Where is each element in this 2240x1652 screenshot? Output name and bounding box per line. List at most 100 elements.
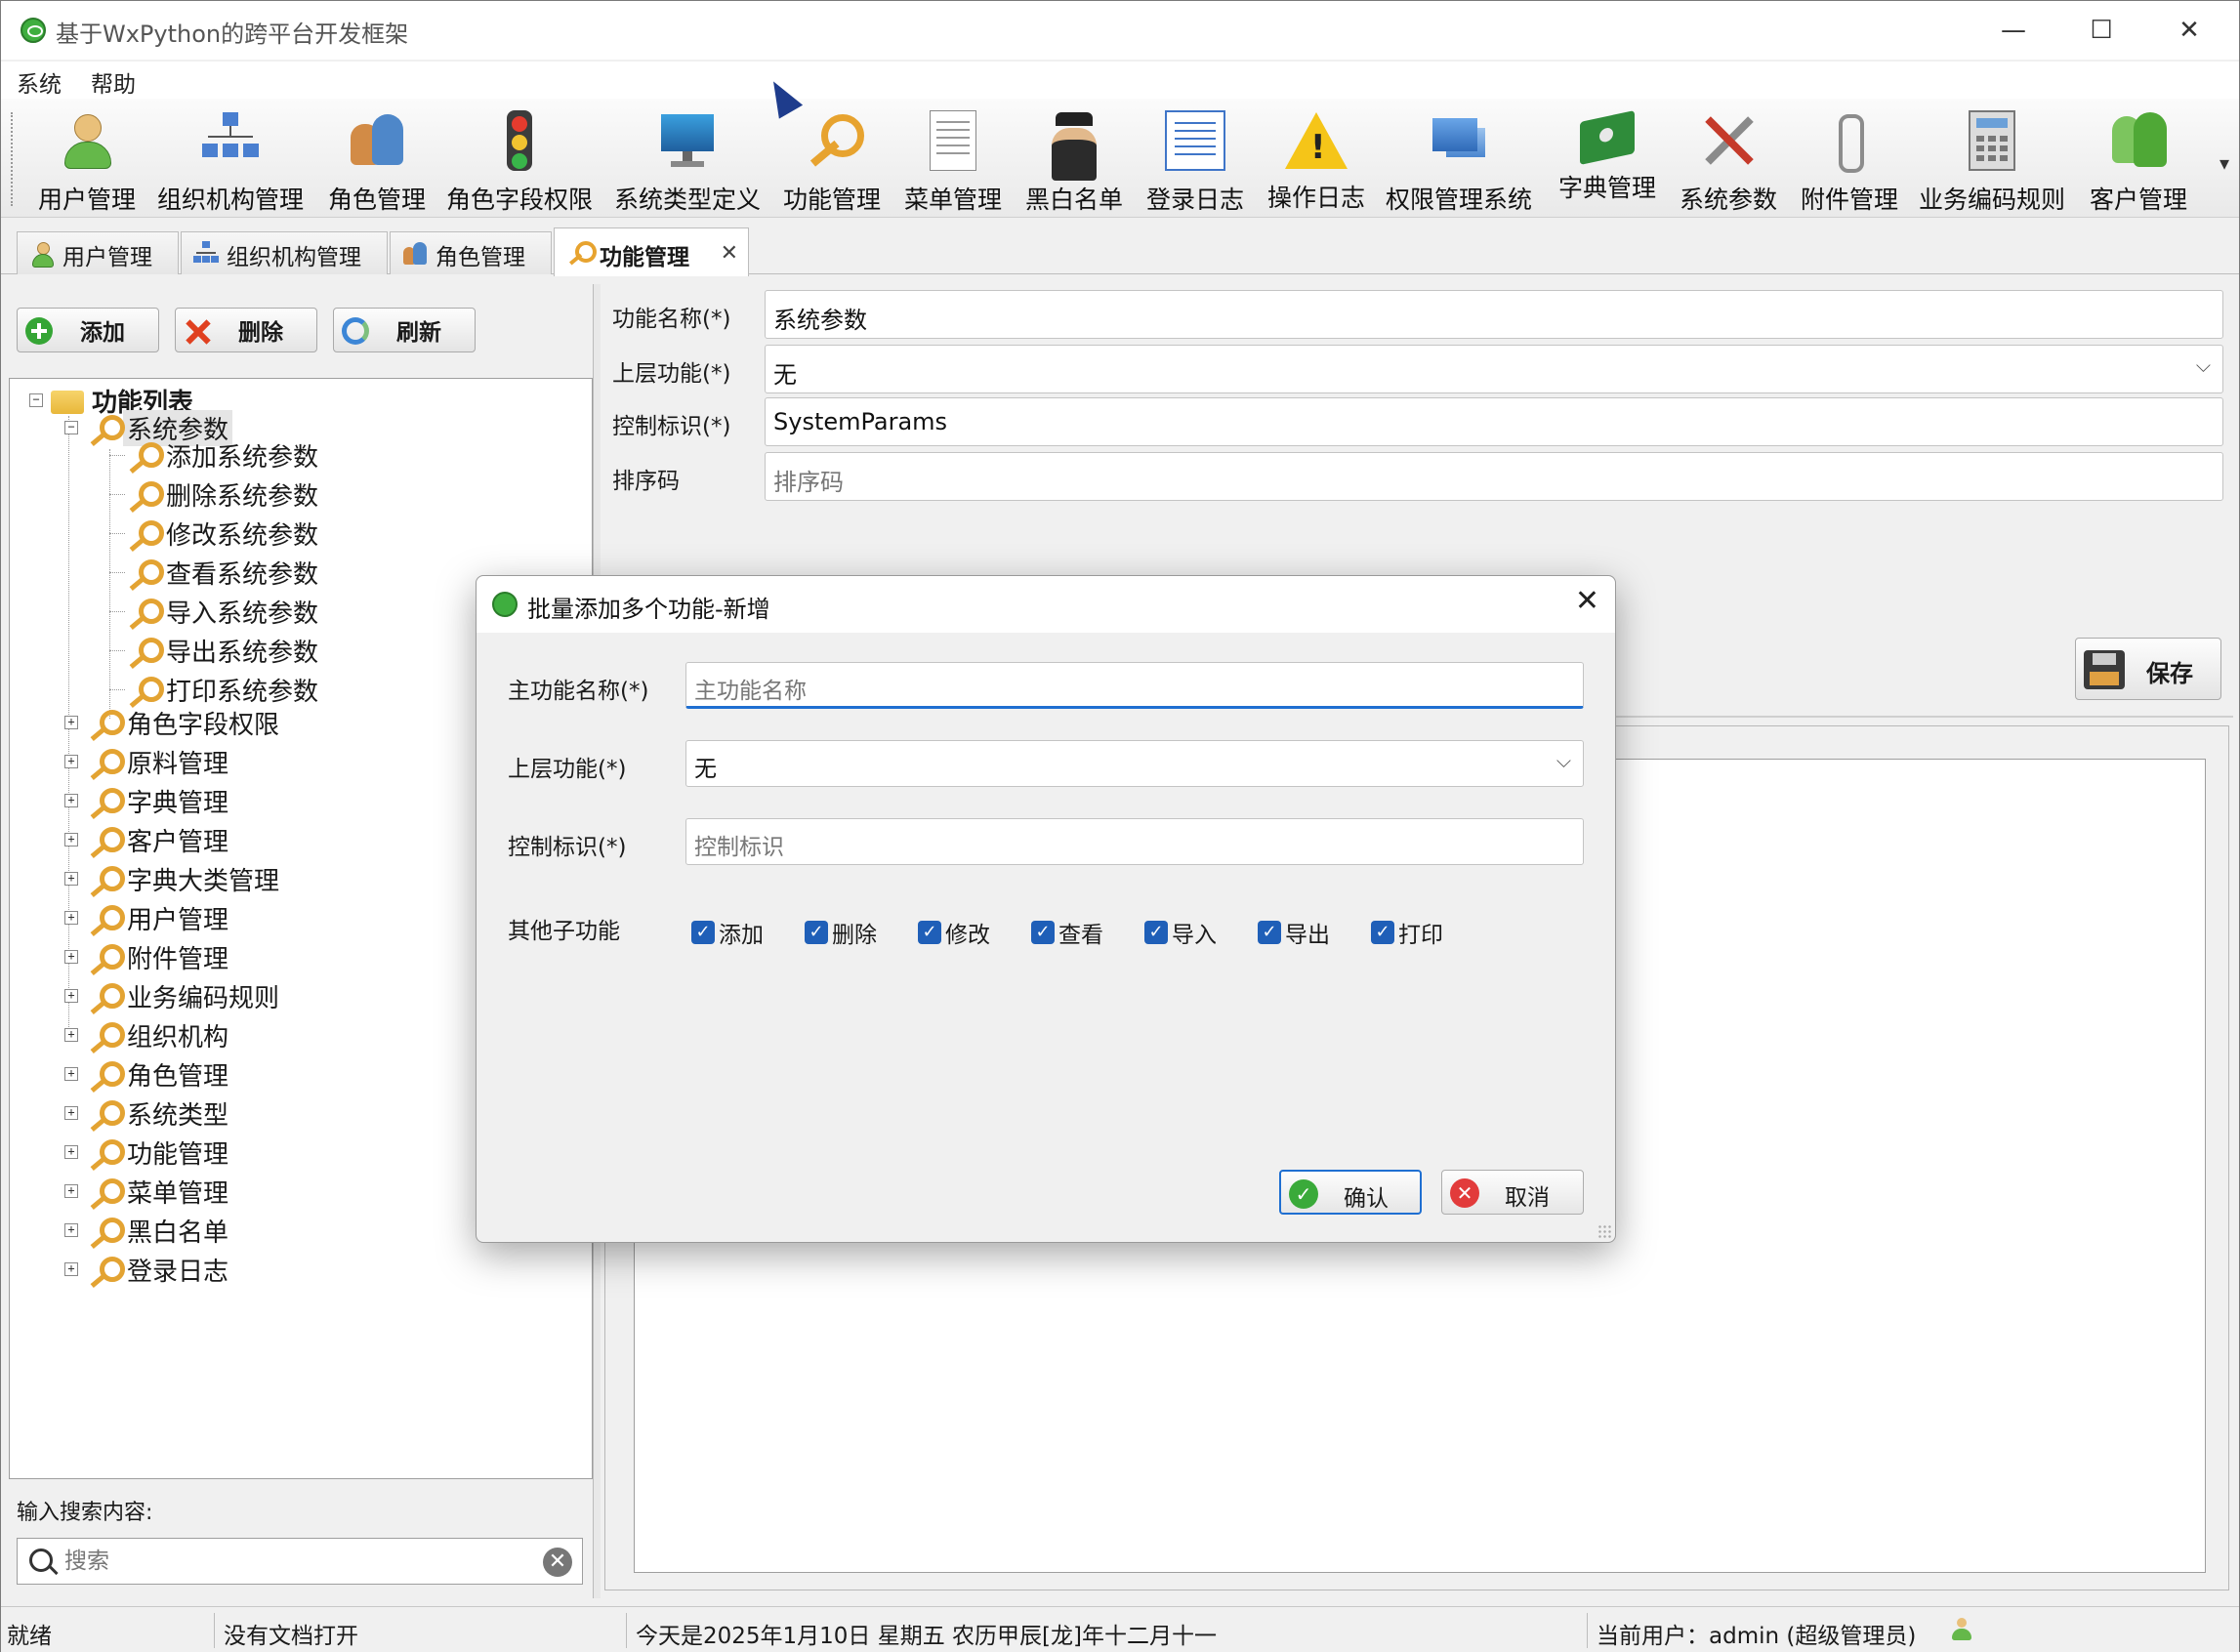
collapse-icon[interactable]: − <box>29 393 43 407</box>
checkbox-delete[interactable]: ✓ 删除 <box>805 916 877 949</box>
tree-node[interactable]: + 菜单管理 <box>64 1174 232 1209</box>
tree-node[interactable]: + 角色字段权限 <box>64 705 283 740</box>
resize-grip-icon[interactable] <box>1597 1224 1611 1238</box>
expand-icon[interactable]: + <box>64 1145 78 1159</box>
dialog-parent-select[interactable]: 无 ⌵ <box>685 740 1584 787</box>
checkbox-edit[interactable]: ✓ 修改 <box>918 916 990 949</box>
tree-node[interactable]: + 客户管理 <box>64 822 232 857</box>
tree-node-child[interactable]: 查看系统参数 <box>125 555 322 590</box>
dialog-title-bar[interactable]: 批量添加多个功能-新增 ✕ <box>477 576 1615 633</box>
toolbar-menu-management[interactable]: 菜单管理 <box>899 104 1007 214</box>
warning-icon <box>1285 112 1348 169</box>
refresh-button[interactable]: 刷新 <box>333 308 476 352</box>
toolbar-role-management[interactable]: 角色管理 <box>323 104 431 214</box>
checkbox-label: 查看 <box>1058 923 1103 948</box>
checkbox-add[interactable]: ✓ 添加 <box>691 916 764 949</box>
toolbar-login-log[interactable]: 登录日志 <box>1141 104 1249 214</box>
expand-icon[interactable]: + <box>64 1067 78 1081</box>
tree-node[interactable]: + 附件管理 <box>64 939 232 974</box>
toolbar-black-white-list[interactable]: 黑白名单 <box>1020 104 1128 214</box>
checkbox-export[interactable]: ✓ 导出 <box>1258 916 1330 949</box>
toolbar-system-params[interactable]: 系统参数 <box>1675 104 1782 214</box>
expand-icon[interactable]: + <box>64 716 78 729</box>
maximize-button[interactable]: ☐ <box>2057 1 2145 60</box>
expand-icon[interactable]: + <box>64 989 78 1003</box>
tab-org-management[interactable]: 组织机构管理 <box>181 231 388 274</box>
checkbox-view[interactable]: ✓ 查看 <box>1031 916 1103 949</box>
menu-system[interactable]: 系统 <box>17 65 62 99</box>
toolbar-role-field-permission[interactable]: 角色字段权限 <box>446 104 593 214</box>
toolbar-function-management[interactable]: 功能管理 <box>778 104 886 214</box>
org-chart-icon <box>200 110 261 171</box>
toolbar-attachment-management[interactable]: 附件管理 <box>1796 104 1903 214</box>
toolbar-operation-log[interactable]: 操作日志 <box>1263 104 1370 214</box>
tree-node-child[interactable]: 删除系统参数 <box>125 476 322 512</box>
tree-node[interactable]: + 系统类型 <box>64 1095 232 1131</box>
tree-node[interactable]: + 黑白名单 <box>64 1213 232 1248</box>
tree-node-child[interactable]: 导出系统参数 <box>125 633 322 668</box>
tree-node[interactable]: + 业务编码规则 <box>64 978 283 1013</box>
tree-node-child[interactable]: 修改系统参数 <box>125 516 322 551</box>
expand-icon[interactable]: + <box>64 950 78 964</box>
toolbar-dictionary-management[interactable]: 字典管理 <box>1554 104 1661 214</box>
toolbar-org-management[interactable]: 组织机构管理 <box>157 104 304 214</box>
tab-close-icon[interactable]: ✕ <box>721 241 738 266</box>
collapse-icon[interactable]: − <box>64 421 78 434</box>
tree-node[interactable]: + 登录日志 <box>64 1252 232 1287</box>
expand-icon[interactable]: + <box>64 1223 78 1237</box>
expand-icon[interactable]: + <box>64 833 78 847</box>
toolbar-grip[interactable] <box>11 112 15 206</box>
role-icon <box>402 241 428 267</box>
search-input[interactable] <box>64 1545 533 1578</box>
cancel-button[interactable]: ✕ 取消 <box>1441 1170 1584 1215</box>
parent-function-select[interactable]: 无 ⌵ <box>765 345 2223 393</box>
function-name-field[interactable]: 系统参数 <box>765 290 2223 339</box>
tab-role-management[interactable]: 角色管理 <box>390 231 552 274</box>
delete-button[interactable]: 删除 <box>175 308 317 352</box>
main-function-input[interactable]: 主功能名称 <box>685 662 1584 709</box>
tree-node-child[interactable]: 添加系统参数 <box>125 437 322 473</box>
checkbox-print[interactable]: ✓ 打印 <box>1371 916 1443 949</box>
menu-help[interactable]: 帮助 <box>91 65 136 99</box>
tree-node-child[interactable]: 导入系统参数 <box>125 594 322 629</box>
tree-node[interactable]: + 角色管理 <box>64 1056 232 1092</box>
tree-node-label: 登录日志 <box>127 1257 229 1287</box>
tree-node[interactable]: + 组织机构 <box>64 1017 232 1053</box>
expand-icon[interactable]: + <box>64 1262 78 1276</box>
close-window-button[interactable]: ✕ <box>2145 1 2233 60</box>
toolbar-overflow-chevron-icon[interactable]: ▾ <box>2219 151 2229 175</box>
tree-node[interactable]: + 字典管理 <box>64 783 232 818</box>
toolbar-label: 操作日志 <box>1266 184 1365 212</box>
control-id-field[interactable]: SystemParams <box>765 397 2223 446</box>
org-chart-icon <box>193 241 219 267</box>
toolbar-customer-management[interactable]: 客户管理 <box>2085 104 2192 214</box>
tree-node[interactable]: + 字典大类管理 <box>64 861 283 896</box>
expand-icon[interactable]: + <box>64 794 78 807</box>
checkbox-import[interactable]: ✓ 导入 <box>1144 916 1217 949</box>
tree-node[interactable]: + 功能管理 <box>64 1135 232 1170</box>
minimize-button[interactable]: — <box>1970 1 2057 60</box>
tree-node[interactable]: + 用户管理 <box>64 900 232 935</box>
add-button-label: 添加 <box>80 320 125 346</box>
save-button[interactable]: 保存 <box>2075 638 2221 700</box>
toolbar-user-management[interactable]: 用户管理 <box>34 104 140 214</box>
toolbar-system-type[interactable]: 系统类型定义 <box>614 104 761 214</box>
toolbar-permission-system[interactable]: 权限管理系统 <box>1386 104 1532 214</box>
clear-search-icon[interactable]: ✕ <box>543 1548 572 1577</box>
tree-node-child[interactable]: 打印系统参数 <box>125 672 322 707</box>
tree-node[interactable]: + 原料管理 <box>64 744 232 779</box>
sort-order-field[interactable]: 排序码 <box>765 452 2223 501</box>
toolbar-business-code-rules[interactable]: 业务编码规则 <box>1919 104 2065 214</box>
expand-icon[interactable]: + <box>64 911 78 925</box>
tab-function-management[interactable]: 功能管理 ✕ <box>554 227 749 276</box>
expand-icon[interactable]: + <box>64 755 78 768</box>
dialog-control-input[interactable]: 控制标识 <box>685 818 1584 865</box>
tab-user-management[interactable]: 用户管理 <box>17 231 179 274</box>
expand-icon[interactable]: + <box>64 1106 78 1120</box>
expand-icon[interactable]: + <box>64 872 78 886</box>
confirm-button[interactable]: ✓ 确认 <box>1279 1170 1422 1215</box>
add-button[interactable]: 添加 <box>17 308 159 352</box>
dialog-close-button[interactable]: ✕ <box>1575 584 1599 618</box>
expand-icon[interactable]: + <box>64 1028 78 1042</box>
expand-icon[interactable]: + <box>64 1184 78 1198</box>
